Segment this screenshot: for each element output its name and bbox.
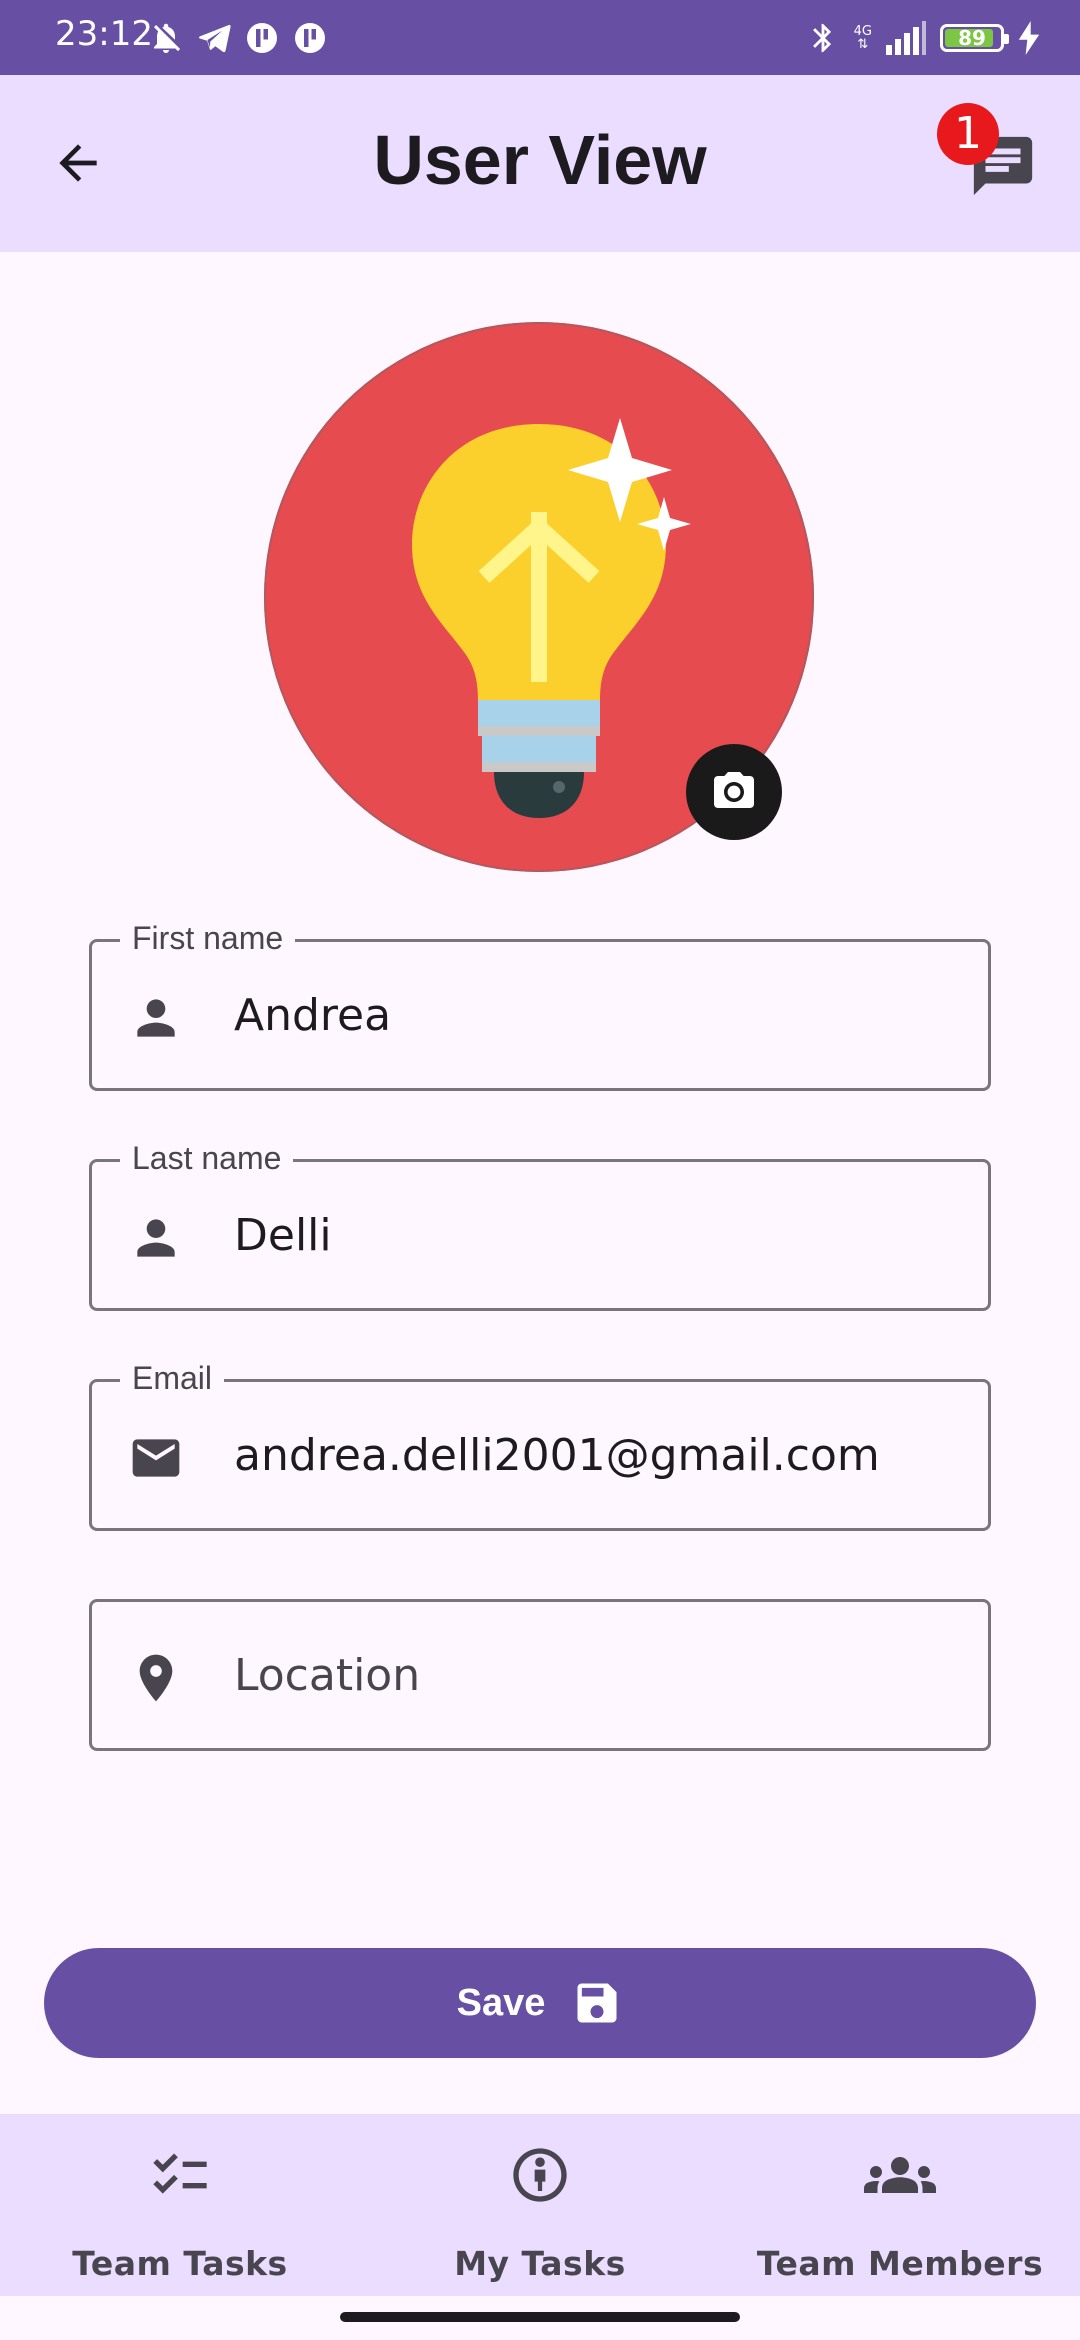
checklist-icon bbox=[0, 2140, 360, 2210]
last-name-value: Delli bbox=[234, 1210, 332, 1261]
change-photo-button[interactable] bbox=[686, 744, 782, 840]
last-name-field[interactable]: Last name Delli bbox=[89, 1138, 991, 1311]
home-indicator[interactable] bbox=[340, 2312, 740, 2322]
floppy-disk-icon bbox=[577, 1983, 617, 2023]
first-name-value: Andrea bbox=[234, 990, 392, 1041]
telegram-icon bbox=[199, 24, 231, 53]
group-icon bbox=[720, 2140, 1080, 2210]
signal-icon bbox=[886, 21, 926, 55]
location-pin-icon bbox=[128, 1650, 184, 1706]
location-field[interactable]: Location bbox=[89, 1599, 991, 1751]
nav-label: My Tasks bbox=[454, 2244, 626, 2283]
location-placeholder: Location bbox=[234, 1650, 421, 1701]
nav-item-team-tasks[interactable]: Team Tasks bbox=[0, 2114, 360, 2296]
camera-icon bbox=[714, 772, 754, 808]
nav-label: Team Members bbox=[756, 2244, 1044, 2283]
email-field[interactable]: Email andrea.delli2001@gmail.com bbox=[89, 1358, 991, 1531]
bell-off-icon bbox=[154, 23, 181, 53]
last-name-label: Last name bbox=[120, 1138, 294, 1178]
page-title: User View bbox=[373, 121, 707, 199]
nav-item-team-members[interactable]: Team Members bbox=[720, 2114, 1080, 2296]
status-time: 23:12 bbox=[55, 14, 153, 54]
save-button[interactable]: Save bbox=[44, 1948, 1036, 2058]
bluetooth-icon bbox=[812, 23, 831, 53]
first-name-label: First name bbox=[120, 918, 296, 958]
battery-level-text: 89 bbox=[958, 26, 986, 50]
status-system-icons: 4G ⇅ 89 bbox=[806, 18, 1040, 58]
battery-indicator: 89 bbox=[940, 24, 1009, 52]
nav-item-my-tasks[interactable]: My Tasks bbox=[360, 2114, 720, 2296]
app-notification-icon bbox=[247, 23, 277, 53]
bottom-navigation: Team Tasks My Tasks Team Members bbox=[0, 2114, 1080, 2296]
email-label: Email bbox=[120, 1358, 225, 1398]
person-icon bbox=[128, 1210, 184, 1266]
status-bar: 23:12 4G ⇅ 89 bbox=[0, 0, 1080, 75]
data-arrows-icon: ⇅ bbox=[857, 37, 869, 52]
battery-tip bbox=[1004, 34, 1009, 44]
app-bar: User View 1 bbox=[0, 75, 1080, 252]
first-name-field[interactable]: First name Andrea bbox=[89, 918, 991, 1091]
chat-badge: 1 bbox=[937, 103, 999, 165]
app-notification-icon bbox=[295, 23, 325, 53]
mail-icon bbox=[128, 1430, 184, 1486]
save-label: Save bbox=[456, 1981, 546, 2024]
status-notification-icons bbox=[148, 18, 328, 58]
email-value: andrea.delli2001@gmail.com bbox=[234, 1430, 880, 1481]
nav-label: Team Tasks bbox=[72, 2244, 288, 2283]
person-circle-icon bbox=[360, 2140, 720, 2210]
person-icon bbox=[128, 990, 184, 1046]
network-indicator: 4G ⇅ bbox=[854, 25, 872, 51]
charging-bolt-icon bbox=[1018, 21, 1040, 55]
